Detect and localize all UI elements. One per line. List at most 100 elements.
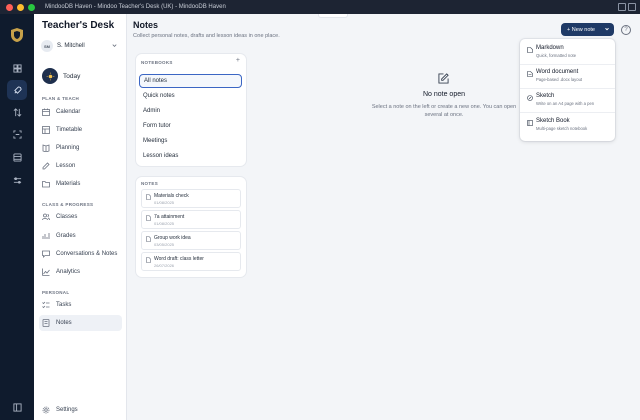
chat-icon	[42, 250, 50, 258]
sidebar-item-label: Calendar	[56, 109, 81, 115]
trend-icon	[42, 268, 50, 276]
section-personal: PERSONAL	[42, 290, 70, 295]
window-titlebar: MindooDB Haven - Mindoo Teacher's Desk (…	[0, 0, 640, 14]
edit-icon	[42, 162, 50, 170]
document-icon	[146, 257, 151, 263]
teaching-rocket-icon[interactable]	[7, 80, 27, 100]
notebook-item[interactable]: Lesson ideas	[139, 149, 242, 163]
sidebar-item-label: Timetable	[56, 127, 83, 133]
app-logo-icon	[11, 28, 23, 42]
menu-item-sketch[interactable]: Sketch Write on an A4 page with a pen	[520, 89, 615, 111]
menu-item-sketch-book[interactable]: Sketch Book Multi-page sketch notebook	[520, 114, 615, 136]
page-title: Notes	[133, 20, 159, 30]
note-date: 03/05/2025	[154, 242, 175, 247]
sidebar-item-label: Lesson	[56, 163, 76, 169]
note-title: Word draft: class letter	[154, 256, 204, 262]
list-item[interactable]: Materials check 01/08/2025	[141, 189, 241, 208]
sidebar-item-conversations[interactable]: Conversations & Notes	[39, 246, 122, 262]
sidebar-item-classes[interactable]: Classes	[39, 209, 122, 225]
sidebar-item-label: Planning	[56, 145, 80, 151]
sidebar-item-notes[interactable]: Notes	[39, 315, 122, 331]
sidebar-item-label: Notes	[56, 320, 72, 326]
note-date: 01/08/2025	[154, 221, 175, 226]
list-item[interactable]: Group work idea 03/05/2025	[141, 231, 241, 250]
add-notebook-button[interactable]: +	[236, 57, 240, 64]
notebook-item[interactable]: Quick notes	[139, 89, 242, 103]
sidebar-item-label: Tasks	[56, 302, 72, 308]
notebook-item[interactable]: Meetings	[139, 134, 242, 148]
user-switcher[interactable]: SM S. Mitchell	[41, 38, 120, 54]
minimize-window-button[interactable]	[17, 3, 24, 11]
menu-item-description: Page-based .docx layout	[536, 77, 583, 82]
sidebar-item-label: Classes	[56, 214, 78, 220]
fullscreen-window-button[interactable]	[628, 3, 636, 11]
sidebar-item-grades[interactable]: Grades	[39, 228, 122, 244]
sun-icon	[42, 68, 58, 84]
sidebar-item-planning[interactable]: Planning	[39, 140, 122, 156]
sidebar-item-lesson[interactable]: Lesson	[39, 158, 122, 174]
new-note-label: + New note	[567, 26, 595, 33]
menu-item-description: Multi-page sketch notebook	[536, 126, 588, 131]
list-item[interactable]: Word draft: class letter 26/07/2026	[141, 252, 241, 271]
notebook-item[interactable]: Admin	[139, 104, 242, 118]
sidebar-item-label: Analytics	[56, 269, 81, 275]
today-label: Today	[63, 72, 81, 80]
sidebar-item-timetable[interactable]: Timetable	[39, 122, 122, 138]
notebooks-panel: NOTEBOOKS + All notes Quick notes Admin …	[136, 54, 246, 166]
sidebar-item-settings[interactable]: Settings	[39, 402, 122, 418]
menu-item-label: Sketch	[536, 93, 555, 99]
database-icon[interactable]	[11, 151, 23, 163]
sidebar-item-label: Materials	[56, 181, 81, 187]
new-note-menu: Markdown Quick, formatted note Word docu…	[520, 39, 615, 141]
calendar-icon	[42, 108, 50, 116]
sidebar: Teacher's Desk SM S. Mitchell Today PLAN…	[34, 14, 127, 420]
help-icon[interactable]: ?	[621, 25, 631, 35]
sidebar-item-label: Settings	[56, 407, 78, 413]
avatar: SM	[41, 40, 53, 52]
today-button[interactable]: Today	[42, 68, 80, 84]
notebook-item[interactable]: Form tutor	[139, 119, 242, 133]
layout-icon[interactable]	[11, 401, 23, 413]
note-title: Group work idea	[154, 235, 191, 241]
sidebar-item-materials[interactable]: Materials	[39, 176, 122, 192]
section-class-progress: CLASS & PROGRESS	[42, 202, 94, 207]
gear-icon	[42, 406, 50, 414]
tile-window-button[interactable]	[618, 3, 626, 11]
menu-item-markdown[interactable]: Markdown Quick, formatted note	[520, 41, 615, 63]
sidebar-item-calendar[interactable]: Calendar	[39, 104, 122, 120]
icon-rail	[0, 14, 34, 420]
list-item[interactable]: 7a attainment 01/08/2025	[141, 210, 241, 229]
note-date: 26/07/2026	[154, 263, 175, 268]
notebook-icon	[527, 120, 533, 126]
zoom-window-button[interactable]	[28, 3, 35, 11]
document-icon	[146, 236, 151, 242]
table-icon	[42, 126, 50, 134]
empty-state-description: Select a note on the left or create a ne…	[371, 104, 517, 118]
menu-item-label: Sketch Book	[536, 118, 570, 124]
sidebar-item-analytics[interactable]: Analytics	[39, 264, 122, 280]
window-title: MindooDB Haven - Mindoo Teacher's Desk (…	[45, 4, 226, 10]
new-note-button[interactable]: + New note	[561, 23, 614, 36]
document-icon	[146, 215, 151, 221]
folder-icon	[42, 180, 50, 188]
main-content: Notes Collect personal notes, drafts and…	[127, 14, 640, 420]
users-icon	[42, 213, 50, 221]
note-icon	[42, 319, 50, 327]
section-plan-teach: PLAN & TEACH	[42, 96, 80, 101]
chevron-down-icon	[605, 27, 609, 31]
close-window-button[interactable]	[6, 3, 13, 11]
menu-item-label: Markdown	[536, 45, 564, 51]
menu-item-label: Word document	[536, 69, 579, 75]
menu-divider	[520, 112, 615, 113]
sidebar-item-tasks[interactable]: Tasks	[39, 297, 122, 313]
menu-item-word-document[interactable]: Word document Page-based .docx layout	[520, 65, 615, 87]
scan-icon[interactable]	[11, 128, 23, 140]
file-text-icon	[527, 71, 533, 77]
user-name: S. Mitchell	[57, 43, 85, 49]
notebook-item[interactable]: All notes	[139, 74, 242, 88]
transfer-icon[interactable]	[11, 106, 23, 118]
dashboard-icon[interactable]	[11, 62, 23, 74]
drag-handle[interactable]	[318, 14, 348, 18]
sliders-icon[interactable]	[11, 174, 23, 186]
chart-icon	[42, 232, 50, 240]
